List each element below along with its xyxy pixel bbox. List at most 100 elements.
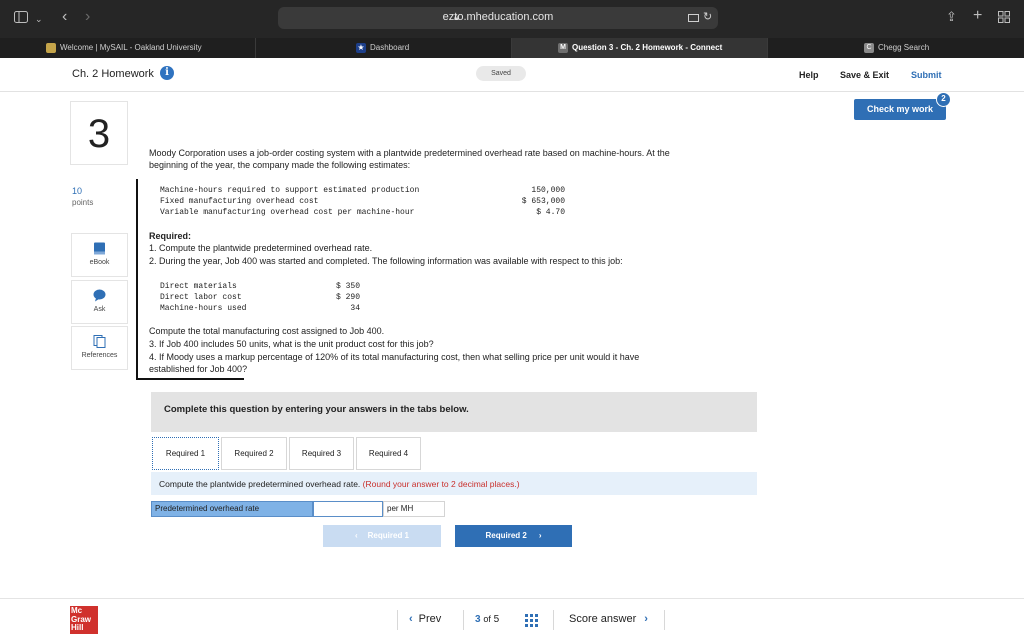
screen-share-icon[interactable] bbox=[688, 11, 699, 29]
chevron-left-icon: ‹ bbox=[409, 613, 413, 625]
required-4-text-line-1: 4. If Moody uses a markup percentage of … bbox=[149, 352, 640, 362]
next-required-label: Required 2 bbox=[485, 531, 527, 540]
points-value: 10 bbox=[72, 186, 83, 196]
chevron-right-icon: › bbox=[538, 531, 542, 540]
chevron-right-icon: › bbox=[644, 613, 648, 625]
page-title: Ch. 2 Homework bbox=[72, 68, 154, 80]
chevron-left-icon: ‹ bbox=[354, 531, 358, 540]
info-icon[interactable]: i bbox=[160, 66, 174, 80]
current-question: 3 bbox=[475, 614, 481, 625]
sidebar-toggle-icon[interactable] bbox=[14, 11, 28, 27]
instruction-rounding-note: (Round your answer to 2 decimal places.) bbox=[362, 479, 520, 489]
points-label: points bbox=[72, 198, 94, 207]
instruction-text: Compute the plantwide predetermined over… bbox=[159, 479, 520, 489]
prev-required-button[interactable]: ‹ Required 1 bbox=[323, 525, 441, 547]
prev-label: Prev bbox=[418, 613, 442, 625]
required-2b-text: Compute the total manufacturing cost ass… bbox=[149, 326, 385, 336]
question-number: 3 bbox=[70, 101, 128, 165]
question-navigator: ‹ Prev 3 of 5 Score answer › bbox=[397, 604, 665, 636]
divider bbox=[397, 610, 398, 630]
url-text: ezto.mheducation.com bbox=[442, 11, 554, 23]
tab-required-2[interactable]: Required 2 bbox=[221, 437, 287, 470]
job-data-label: Direct labor cost bbox=[160, 293, 242, 302]
divider bbox=[664, 610, 665, 630]
required-heading: Required: bbox=[149, 231, 192, 241]
tab-label: Question 3 - Ch. 2 Homework - Connect bbox=[572, 43, 723, 52]
ebook-button[interactable]: eBook bbox=[71, 233, 128, 277]
job-data-label: Machine-hours used bbox=[160, 304, 247, 313]
tab-required-1[interactable]: Required 1 bbox=[152, 437, 219, 470]
required-2-text: 2. During the year, Job 400 was started … bbox=[149, 256, 623, 266]
reload-icon[interactable]: ↻ bbox=[703, 10, 712, 23]
tab-label: Welcome | MySAIL - Oakland University bbox=[60, 43, 202, 52]
tab-label: Dashboard bbox=[370, 43, 410, 52]
tab-question-3[interactable]: M Question 3 - Ch. 2 Homework - Connect bbox=[512, 38, 768, 58]
chevron-down-icon[interactable]: ⌄ bbox=[35, 11, 43, 27]
estimate-value: 150,000 bbox=[531, 186, 565, 195]
book-icon bbox=[94, 242, 105, 255]
required-3-text: 3. If Job 400 includes 50 units, what is… bbox=[149, 339, 434, 349]
required-4-text-line-2: established for Job 400? bbox=[149, 364, 248, 374]
overhead-rate-input[interactable] bbox=[313, 501, 383, 517]
prev-required-label: Required 1 bbox=[367, 531, 409, 540]
answer-prompt-text: Complete this question by entering your … bbox=[164, 404, 469, 415]
browser-toolbar: ⌄ ‹ › 🔒︎ ezto.mheducation.com ↻ ⇪ + bbox=[0, 0, 1024, 38]
required-1-text: 1. Compute the plantwide predetermined o… bbox=[149, 243, 373, 253]
star-favicon-icon: ★ bbox=[356, 42, 366, 53]
estimate-value: $ 4.70 bbox=[536, 208, 565, 217]
job-data-value: $ 290 bbox=[335, 293, 360, 302]
estimate-label: Machine-hours required to support estima… bbox=[160, 186, 420, 195]
question-intro-line-2: beginning of the year, the company made … bbox=[149, 160, 411, 170]
tab-overview-icon[interactable] bbox=[998, 11, 1010, 27]
back-icon[interactable]: ‹ bbox=[62, 9, 67, 25]
next-required-button[interactable]: Required 2 › bbox=[455, 525, 572, 547]
chegg-favicon-icon: C bbox=[864, 42, 874, 53]
job-data-value: $ 350 bbox=[335, 282, 360, 291]
ebook-label: eBook bbox=[89, 259, 110, 266]
references-label: References bbox=[81, 352, 118, 359]
ask-label: Ask bbox=[93, 306, 106, 313]
saved-status-badge: Saved bbox=[476, 66, 526, 81]
submit-button[interactable]: Submit bbox=[911, 70, 942, 80]
tab-required-3[interactable]: Required 3 bbox=[289, 437, 354, 470]
check-attempts-badge: 2 bbox=[936, 92, 951, 107]
overhead-rate-unit: per MH bbox=[383, 501, 445, 517]
divider bbox=[553, 610, 554, 630]
score-answer-button[interactable]: Score answer › bbox=[569, 613, 648, 625]
share-icon[interactable]: ⇪ bbox=[946, 9, 957, 25]
references-button[interactable]: References bbox=[71, 326, 128, 370]
prev-question-button[interactable]: ‹ Prev bbox=[409, 613, 441, 625]
help-link[interactable]: Help bbox=[799, 70, 819, 80]
new-tab-icon[interactable]: + bbox=[973, 8, 982, 24]
mcgraw-hill-logo: Mc Graw Hill bbox=[70, 606, 98, 634]
overhead-rate-label: Predetermined overhead rate bbox=[151, 501, 313, 517]
forward-icon[interactable]: › bbox=[85, 9, 90, 25]
tab-mysail[interactable]: Welcome | MySAIL - Oakland University bbox=[0, 38, 256, 58]
of-label: of bbox=[483, 614, 491, 624]
tab-dashboard[interactable]: ★ Dashboard bbox=[256, 38, 512, 58]
oakland-favicon-icon bbox=[46, 42, 56, 53]
tab-label: Chegg Search bbox=[878, 43, 930, 52]
grid-icon[interactable] bbox=[525, 614, 538, 632]
job-data-label: Direct materials bbox=[160, 282, 237, 291]
ask-button[interactable]: Ask bbox=[71, 280, 128, 324]
address-bar[interactable]: 🔒︎ ezto.mheducation.com ↻ bbox=[278, 7, 718, 29]
total-questions: 5 bbox=[493, 614, 500, 625]
instruction-main: Compute the plantwide predetermined over… bbox=[159, 479, 361, 489]
estimate-value: $ 653,000 bbox=[521, 197, 565, 206]
job-data-value: 34 bbox=[350, 304, 360, 313]
documents-icon bbox=[93, 335, 106, 348]
question-counter[interactable]: 3 of 5 bbox=[475, 614, 499, 625]
divider bbox=[463, 610, 464, 630]
annotation-bracket bbox=[136, 179, 138, 380]
check-my-work-button[interactable]: Check my work bbox=[854, 99, 946, 120]
tab-chegg[interactable]: C Chegg Search bbox=[768, 38, 1024, 58]
chat-bubble-icon bbox=[93, 289, 106, 302]
question-intro-line-1: Moody Corporation uses a job-order costi… bbox=[149, 148, 670, 158]
save-exit-button[interactable]: Save & Exit bbox=[840, 70, 889, 80]
tab-strip: Welcome | MySAIL - Oakland University ★ D… bbox=[0, 38, 1024, 58]
estimate-label: Variable manufacturing overhead cost per… bbox=[160, 208, 415, 217]
annotation-underline bbox=[136, 378, 244, 380]
score-label: Score answer bbox=[569, 613, 637, 625]
tab-required-4[interactable]: Required 4 bbox=[356, 437, 421, 470]
